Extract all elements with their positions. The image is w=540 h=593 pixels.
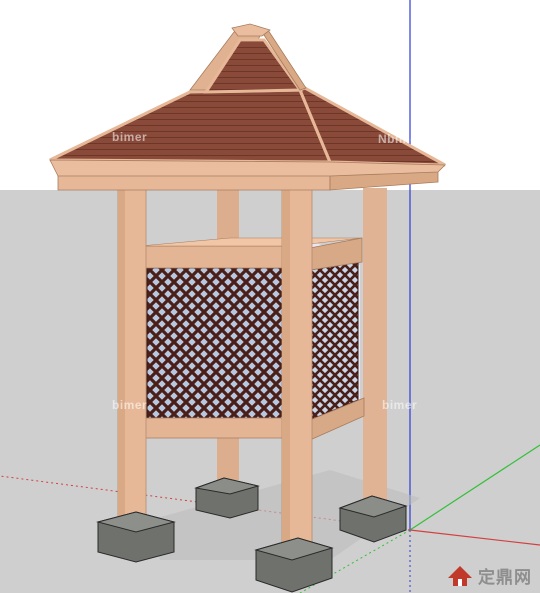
rail-top-front [139, 245, 293, 269]
watermark-4: bimer [382, 398, 418, 412]
front-post-left-shade [118, 188, 125, 533]
back-post-right [363, 188, 387, 508]
watermark-1: bimer [112, 130, 148, 144]
watermark-2: Nbimer [378, 132, 423, 146]
watermark-3: bimer [112, 398, 148, 412]
front-post-right-shade [282, 188, 290, 558]
lattice-panel-left [146, 267, 293, 426]
brand-logo[interactable]: 定鼎网 [446, 563, 532, 588]
sketchup-viewport[interactable]: bimer Nbimer bimer bimer 定鼎网 [0, 0, 540, 593]
house-logo-icon [448, 565, 472, 586]
roof-fascia-front [57, 174, 331, 191]
pavilion-model-canvas [0, 0, 540, 593]
lattice-panel-right [309, 261, 359, 421]
rail-bottom-front [139, 417, 293, 439]
brand-text: 定鼎网 [478, 568, 532, 588]
